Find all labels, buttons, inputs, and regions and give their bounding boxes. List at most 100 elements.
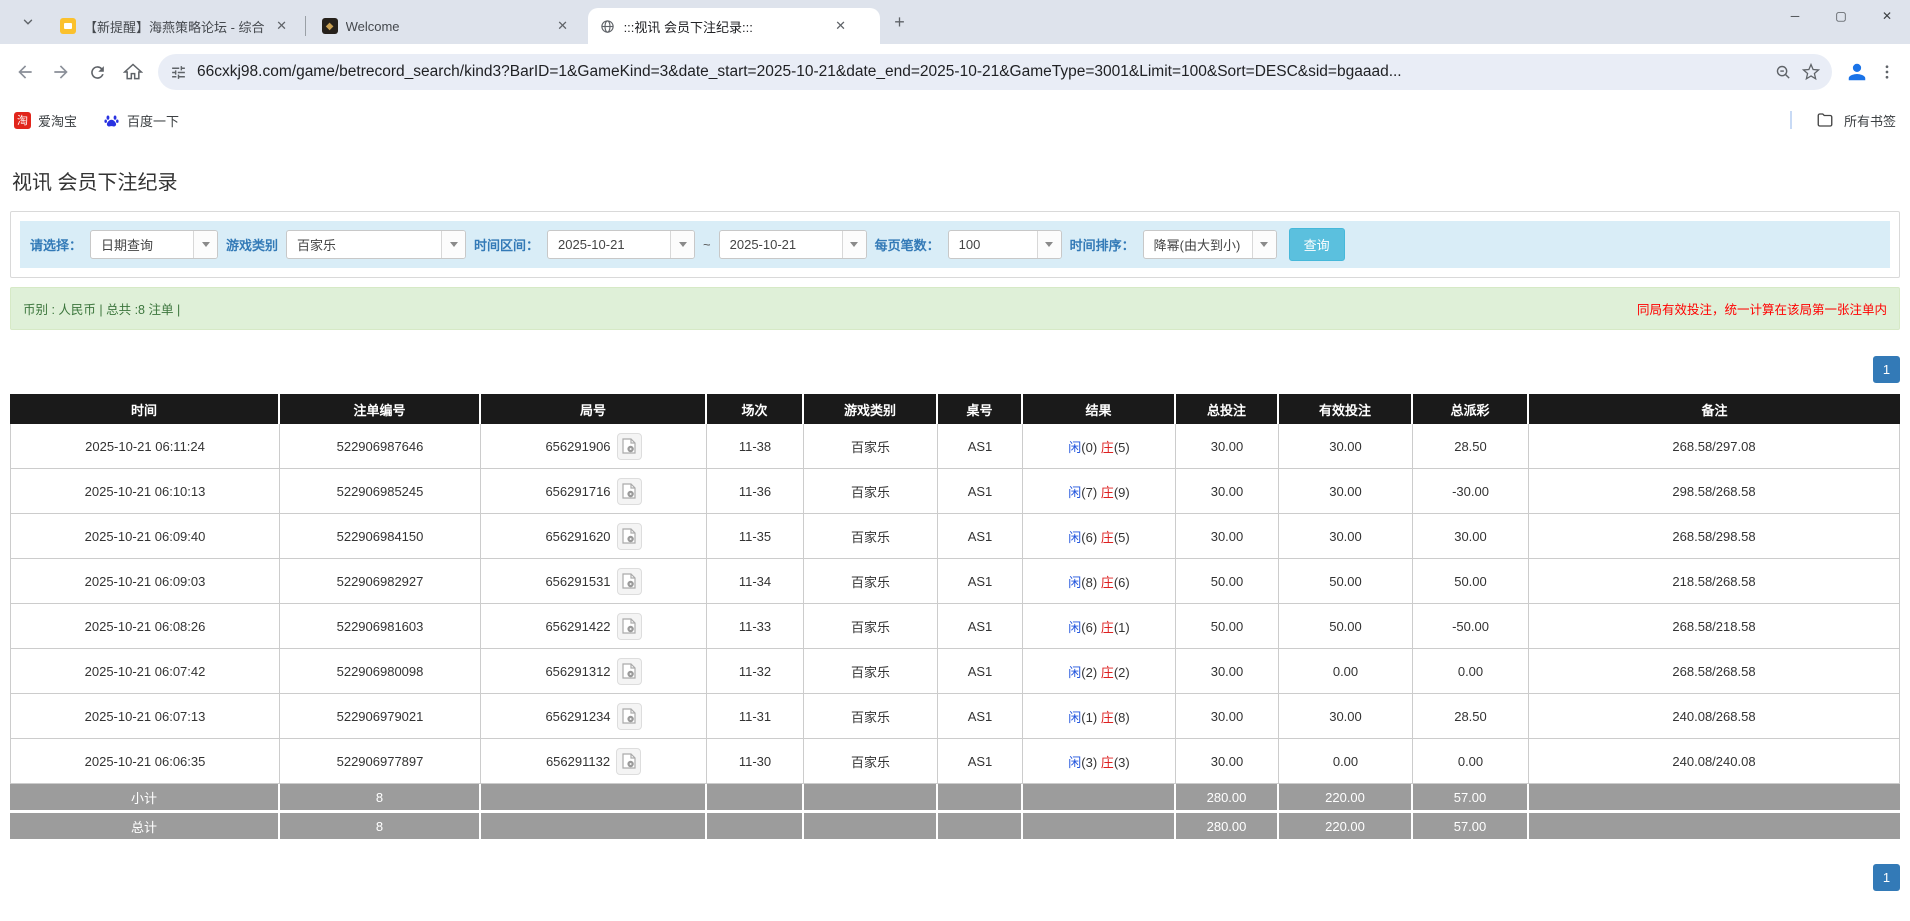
result-player-value: (6) (1081, 529, 1101, 545)
cell-payout: 50.00 (1413, 559, 1529, 604)
search-button[interactable]: 查询 (1288, 228, 1345, 261)
folder-icon (1816, 111, 1834, 129)
cell-round: 656291716 (481, 469, 707, 514)
video-replay-icon[interactable] (616, 477, 642, 505)
cell-valid-bet: 0.00 (1279, 649, 1413, 694)
new-tab-button[interactable]: + (886, 8, 914, 36)
round-number: 656291531 (545, 573, 611, 589)
bookmark-baidu[interactable]: 百度一下 (103, 111, 179, 130)
query-type-select[interactable]: 日期查询 (90, 230, 219, 259)
total-valid-bet: 220.00 (1279, 813, 1413, 842)
result-banker-label: 庄 (1100, 664, 1114, 680)
cell-valid-bet: 30.00 (1279, 469, 1413, 514)
cell-session: 11-36 (707, 469, 804, 514)
cell-result: 闲(6) 庄(1) (1023, 604, 1176, 649)
game-type-select[interactable]: 百家乐 (286, 230, 467, 259)
date-start-select[interactable]: 2025-10-21 (547, 230, 696, 259)
tab-close-icon[interactable]: ✕ (832, 17, 850, 35)
result-player-label: 闲 (1068, 709, 1082, 725)
col-table-no: 桌号 (938, 394, 1023, 424)
result-banker-value: (5) (1113, 439, 1130, 455)
per-page-select[interactable]: 100 (947, 230, 1062, 259)
maximize-button[interactable]: ▢ (1818, 0, 1864, 32)
forward-icon[interactable] (44, 55, 78, 89)
home-icon[interactable] (116, 55, 150, 89)
result-player-value: (2) (1081, 664, 1101, 680)
cell-round: 656291906 (481, 424, 707, 469)
cell-round: 656291531 (481, 559, 707, 604)
video-replay-icon[interactable] (616, 522, 642, 550)
result-banker-label: 庄 (1100, 709, 1114, 725)
cell-table-no: AS1 (938, 694, 1023, 739)
url-bar[interactable]: 66cxkj98.com/game/betrecord_search/kind3… (158, 54, 1832, 90)
profile-avatar-icon[interactable] (1846, 61, 1868, 83)
date-start-value: 2025-10-21 (558, 237, 625, 252)
pagination-top: 1 (10, 356, 1900, 383)
cell-payout: 0.00 (1413, 739, 1529, 784)
round-number: 656291312 (545, 663, 611, 679)
tab-betrecord-active[interactable]: :::视讯 会员下注纪录::: ✕ (587, 8, 880, 44)
total-count: 8 (280, 813, 481, 842)
cell-note: 268.58/298.58 (1529, 514, 1900, 559)
time-sort-select[interactable]: 降幂(由大到小) (1142, 230, 1277, 259)
video-replay-icon[interactable] (616, 747, 642, 775)
cell-round: 656291132 (481, 739, 707, 784)
back-icon[interactable] (8, 55, 42, 89)
all-bookmarks[interactable]: 所有书签 (1789, 111, 1896, 130)
col-time: 时间 (10, 394, 280, 424)
cell-payout: 0.00 (1413, 649, 1529, 694)
cell-bet-id: 522906977897 (280, 739, 481, 784)
baidu-paw-icon (103, 112, 120, 129)
url-text: 66cxkj98.com/game/betrecord_search/kind3… (197, 63, 1402, 80)
video-replay-icon[interactable] (616, 567, 642, 595)
round-number: 656291906 (545, 438, 611, 454)
menu-dots-icon[interactable] (1878, 63, 1896, 81)
game-type-label: 游戏类别 (226, 238, 279, 253)
cell-payout: -30.00 (1413, 469, 1529, 514)
chevron-down-icon[interactable] (14, 8, 42, 36)
cell-table-no: AS1 (938, 649, 1023, 694)
tab-close-icon[interactable]: ✕ (273, 17, 291, 35)
cell-game-type: 百家乐 (804, 649, 938, 694)
page-1-button[interactable]: 1 (1873, 356, 1900, 383)
per-page-value: 100 (958, 237, 981, 252)
result-player-value: (0) (1081, 439, 1101, 455)
cell-total-bet: 30.00 (1176, 424, 1279, 469)
close-window-button[interactable]: ✕ (1864, 0, 1910, 32)
cell-note: 268.58/218.58 (1529, 604, 1900, 649)
chevron-down-icon (193, 231, 218, 258)
tab-forum[interactable]: 【新提醒】海燕策略论坛 - 综合 ✕ (48, 8, 301, 44)
result-banker-label: 庄 (1100, 484, 1114, 500)
result-player-label: 闲 (1068, 619, 1082, 635)
cell-bet-id: 522906984150 (280, 514, 481, 559)
site-settings-tune-icon[interactable] (170, 64, 187, 81)
col-total-bet: 总投注 (1176, 394, 1279, 424)
cell-result: 闲(2) 庄(2) (1023, 649, 1176, 694)
cell-result: 闲(3) 庄(3) (1023, 739, 1176, 784)
cell-bet-id: 522906987646 (280, 424, 481, 469)
video-replay-icon[interactable] (616, 432, 642, 460)
minimize-button[interactable]: ─ (1772, 0, 1818, 32)
refresh-icon[interactable] (80, 55, 114, 89)
cell-payout: 28.50 (1413, 424, 1529, 469)
video-replay-icon[interactable] (616, 657, 642, 685)
all-bookmarks-label: 所有书签 (1843, 113, 1896, 129)
bookmark-star-icon[interactable] (1802, 63, 1820, 81)
bookmark-taobao[interactable]: 淘 爱淘宝 (14, 111, 77, 130)
round-number: 656291716 (545, 483, 611, 499)
round-number: 656291234 (545, 708, 611, 724)
table-row: 2025-10-21 06:07:42 522906980098 656291312… (10, 649, 1900, 694)
zoom-icon[interactable] (1775, 64, 1792, 81)
result-player-value: (7) (1081, 484, 1101, 500)
browser-window: 【新提醒】海燕策略论坛 - 综合 ✕ ◆ Welcome ✕ :::视讯 会员下… (0, 0, 1910, 140)
tab-close-icon[interactable]: ✕ (554, 17, 572, 35)
date-end-select[interactable]: 2025-10-21 (718, 230, 867, 259)
chevron-down-icon (670, 231, 695, 258)
video-replay-icon[interactable] (616, 612, 642, 640)
tab-welcome[interactable]: ◆ Welcome ✕ (310, 8, 588, 44)
pagination-bottom: 1 (10, 864, 1900, 891)
page-1-button[interactable]: 1 (1873, 864, 1900, 891)
chevron-down-icon (1036, 231, 1061, 258)
video-replay-icon[interactable] (616, 702, 642, 730)
time-sort-value: 降幂(由大到小) (1153, 238, 1241, 253)
